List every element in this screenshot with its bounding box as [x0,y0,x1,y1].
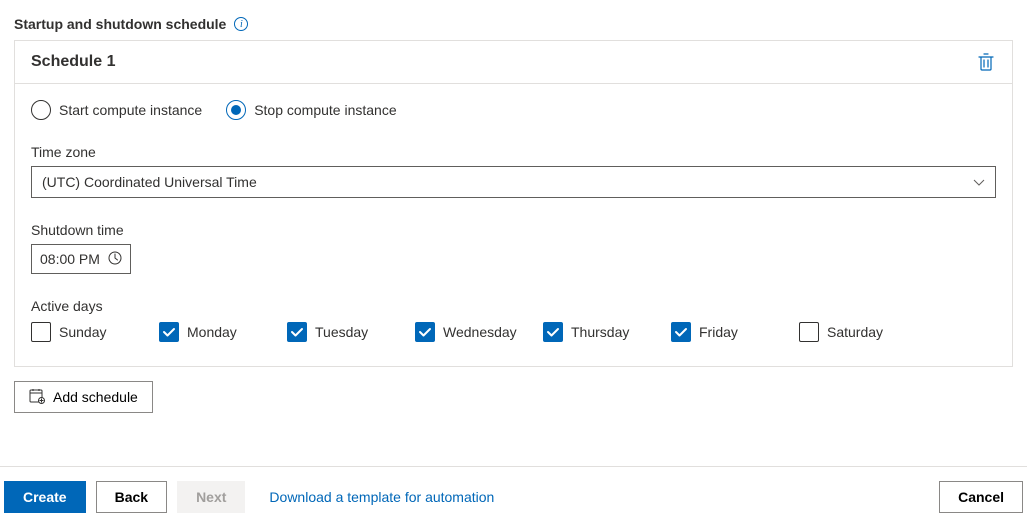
active-days-label: Active days [31,298,996,314]
action-radio-group: Start compute instance Stop compute inst… [31,100,996,120]
schedule-header: Schedule 1 [15,41,1012,84]
day-checkbox-tuesday[interactable]: Tuesday [287,322,415,342]
timezone-label: Time zone [31,144,996,160]
schedule-title: Schedule 1 [31,53,115,71]
day-checkbox-thursday[interactable]: Thursday [543,322,671,342]
day-checkbox-saturday[interactable]: Saturday [799,322,927,342]
schedule-card: Schedule 1 Start compute instance Stop c… [14,40,1013,367]
add-schedule-label: Add schedule [53,389,138,405]
shutdown-time-label: Shutdown time [31,222,996,238]
day-checkbox-wednesday[interactable]: Wednesday [415,322,543,342]
back-button[interactable]: Back [96,481,167,513]
radio-icon [226,100,246,120]
day-checkbox-friday[interactable]: Friday [671,322,799,342]
shutdown-time-input[interactable]: 08:00 PM [31,244,131,274]
start-compute-radio[interactable]: Start compute instance [31,100,202,120]
day-label: Saturday [827,324,883,340]
radio-label: Stop compute instance [254,102,396,118]
checkbox-icon [415,322,435,342]
checkbox-icon [159,322,179,342]
timezone-select[interactable]: (UTC) Coordinated Universal Time [31,166,996,198]
bottom-bar: Create Back Next Download a template for… [0,466,1027,527]
day-label: Wednesday [443,324,517,340]
timezone-value: (UTC) Coordinated Universal Time [42,174,257,190]
timezone-section: Time zone (UTC) Coordinated Universal Ti… [31,144,996,198]
cancel-button[interactable]: Cancel [939,481,1023,513]
page-header: Startup and shutdown schedule i [0,0,1027,40]
day-label: Friday [699,324,738,340]
next-button: Next [177,481,245,513]
schedule-body: Start compute instance Stop compute inst… [15,84,1012,366]
create-button[interactable]: Create [4,481,86,513]
day-checkbox-monday[interactable]: Monday [159,322,287,342]
day-label: Sunday [59,324,106,340]
day-label: Thursday [571,324,629,340]
active-days-section: Active days Sunday Monday Tuesday Wednesday… [31,298,996,342]
calendar-add-icon [29,388,45,407]
radio-icon [31,100,51,120]
shutdown-time-section: Shutdown time 08:00 PM [31,222,996,274]
day-label: Tuesday [315,324,368,340]
checkbox-icon [31,322,51,342]
radio-dot [231,105,241,115]
checkbox-icon [287,322,307,342]
day-checkbox-sunday[interactable]: Sunday [31,322,159,342]
day-label: Monday [187,324,237,340]
info-icon[interactable]: i [234,17,248,31]
add-schedule-button[interactable]: Add schedule [14,381,153,413]
page-title: Startup and shutdown schedule [14,16,226,32]
shutdown-time-value: 08:00 PM [40,251,100,267]
download-template-link[interactable]: Download a template for automation [269,489,494,505]
clock-icon [108,251,122,268]
chevron-down-icon [973,174,985,190]
checkbox-icon [543,322,563,342]
stop-compute-radio[interactable]: Stop compute instance [226,100,396,120]
days-row: Sunday Monday Tuesday Wednesday Thursday Frid… [31,322,996,342]
checkbox-icon [671,322,691,342]
checkbox-icon [799,322,819,342]
radio-label: Start compute instance [59,102,202,118]
delete-icon[interactable] [978,53,996,71]
